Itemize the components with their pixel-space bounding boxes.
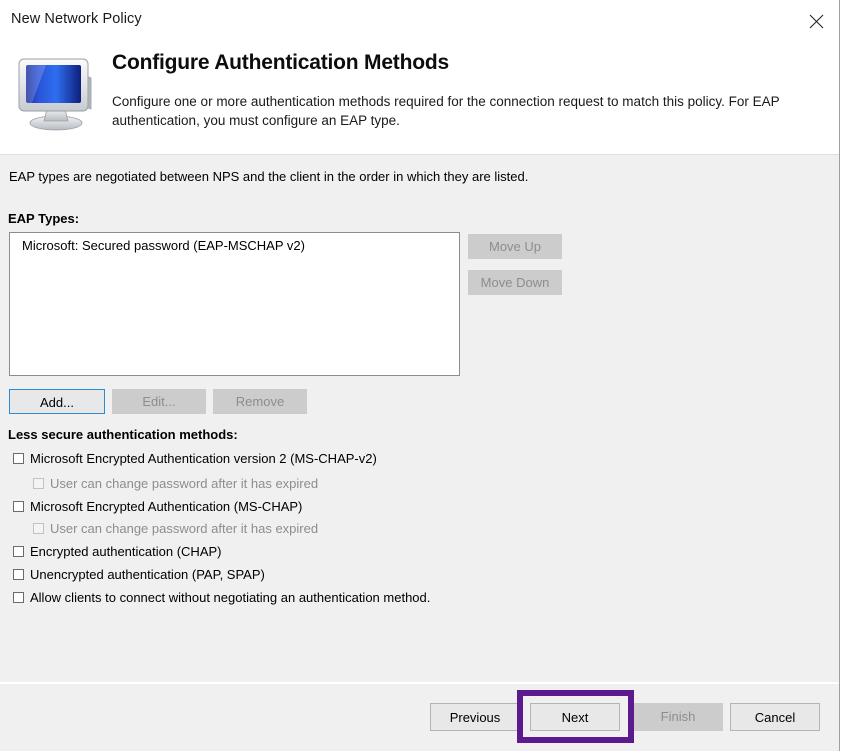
checkbox-chap[interactable]: Encrypted authentication (CHAP) — [13, 544, 221, 559]
checkbox-label: Unencrypted authentication (PAP, SPAP) — [30, 567, 265, 582]
previous-button[interactable]: Previous — [430, 703, 520, 731]
dialog-footer: Previous Next Finish Cancel — [0, 684, 839, 751]
checkbox-box[interactable] — [13, 501, 24, 512]
cancel-button[interactable]: Cancel — [730, 703, 820, 731]
background-window-strip — [840, 0, 849, 751]
checkbox-allow-no-authentication[interactable]: Allow clients to connect without negotia… — [13, 590, 430, 605]
checkbox-box[interactable] — [33, 478, 44, 489]
title-bar: New Network Policy — [0, 0, 839, 42]
new-network-policy-dialog: New Network Policy Configure Authenticat… — [0, 0, 840, 751]
close-icon — [809, 14, 824, 29]
wizard-header: Configure Authentication Methods Configu… — [0, 42, 839, 155]
checkbox-ms-chap[interactable]: Microsoft Encrypted Authentication (MS-C… — [13, 499, 302, 514]
checkbox-box[interactable] — [13, 592, 24, 603]
checkbox-label: Encrypted authentication (CHAP) — [30, 544, 222, 559]
checkbox-change-password-ms-chap[interactable]: User can change password after it has ex… — [33, 521, 318, 536]
screen: New Network Policy Configure Authenticat… — [0, 0, 849, 751]
dialog-body: EAP types are negotiated between NPS and… — [0, 155, 839, 682]
add-button[interactable]: Add... — [9, 389, 105, 414]
close-button[interactable] — [793, 0, 839, 42]
less-secure-methods-label: Less secure authentication methods: — [8, 427, 238, 442]
computer-monitor-icon — [12, 49, 100, 135]
checkbox-ms-chap-v2[interactable]: Microsoft Encrypted Authentication versi… — [13, 451, 377, 466]
move-up-button[interactable]: Move Up — [468, 234, 562, 259]
list-item[interactable]: Microsoft: Secured password (EAP-MSCHAP … — [10, 233, 459, 254]
intro-text: EAP types are negotiated between NPS and… — [9, 169, 529, 184]
checkbox-label: Allow clients to connect without negotia… — [30, 590, 431, 605]
checkbox-box[interactable] — [13, 546, 24, 557]
window-title: New Network Policy — [11, 11, 142, 27]
checkbox-box[interactable] — [13, 569, 24, 580]
remove-button[interactable]: Remove — [213, 389, 307, 414]
checkbox-box[interactable] — [13, 453, 24, 464]
edit-button[interactable]: Edit... — [112, 389, 206, 414]
checkbox-change-password-ms-chap-v2[interactable]: User can change password after it has ex… — [33, 476, 318, 491]
checkbox-label: Microsoft Encrypted Authentication (MS-C… — [30, 499, 303, 514]
finish-button[interactable]: Finish — [633, 703, 723, 731]
next-button[interactable]: Next — [530, 703, 620, 731]
checkbox-label: Microsoft Encrypted Authentication versi… — [30, 451, 377, 466]
checkbox-pap-spap[interactable]: Unencrypted authentication (PAP, SPAP) — [13, 567, 265, 582]
page-description: Configure one or more authentication met… — [112, 94, 780, 128]
eap-types-listbox[interactable]: Microsoft: Secured password (EAP-MSCHAP … — [9, 232, 460, 376]
eap-types-label: EAP Types: — [8, 211, 80, 226]
checkbox-box[interactable] — [33, 523, 44, 534]
page-title: Configure Authentication Methods — [112, 51, 449, 74]
checkbox-label: User can change password after it has ex… — [50, 476, 319, 491]
move-down-button[interactable]: Move Down — [468, 270, 562, 295]
checkbox-label: User can change password after it has ex… — [50, 521, 319, 536]
